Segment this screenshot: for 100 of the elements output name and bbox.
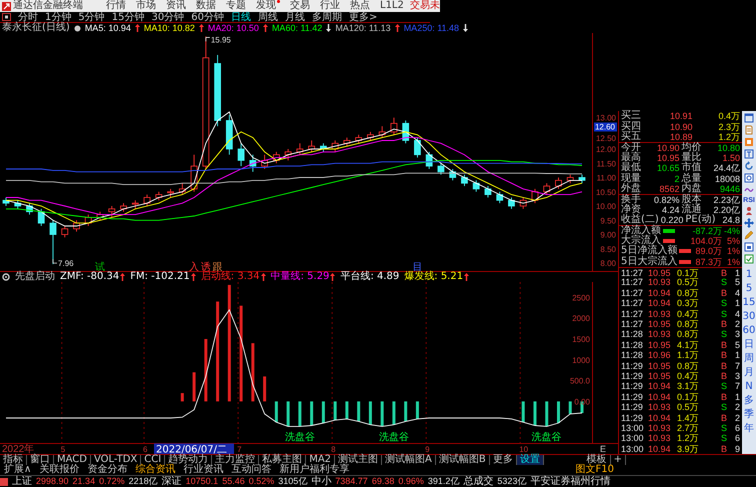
trade-side: B (721, 319, 728, 329)
formula-tab[interactable]: MA2 (306, 454, 336, 464)
bar (416, 401, 419, 419)
stat-label: 市值 (682, 163, 702, 174)
menu-item[interactable]: 发现 (251, 0, 285, 12)
indicator-value: 平台线: 4.89 (340, 272, 400, 282)
period-tab[interactable]: 15分钟 (112, 12, 144, 22)
stat-label: 流通 (682, 204, 702, 215)
stat-label: 今开 (621, 143, 641, 154)
menu-item[interactable]: 行业 (315, 0, 345, 12)
formula-tab[interactable]: 窗口 (27, 454, 54, 464)
menu-item[interactable]: 专题 (221, 0, 251, 12)
average-value: MA250: 11.48 (404, 24, 460, 32)
average-value: MA5: 10.94 (84, 24, 131, 32)
template-button[interactable]: 模板 (584, 454, 611, 464)
axis-label: 11.50 (596, 159, 616, 168)
info-tab[interactable]: 关联报价 (35, 464, 84, 475)
flow-label: 5日净流入额 (621, 246, 678, 256)
square-icon[interactable] (2, 13, 11, 21)
pencil-icon[interactable] (744, 230, 754, 240)
period-shortcut[interactable]: 5 (746, 283, 752, 295)
add-button[interactable]: + (610, 454, 626, 464)
formula-tab[interactable]: 主力监控 (212, 454, 260, 464)
info-tab[interactable]: 行业资讯 (179, 464, 228, 475)
period-tab[interactable]: 日线 (230, 12, 251, 22)
text-icon[interactable] (744, 149, 754, 159)
period-tab[interactable]: 1分钟 (45, 12, 72, 22)
period-shortcut[interactable]: 1 (746, 269, 752, 281)
trade-volume: 0.5万 (677, 277, 700, 288)
f10-link[interactable]: 图文F10 (572, 464, 618, 475)
period-shortcut[interactable]: 周 (744, 353, 754, 365)
period-tab[interactable]: 分时 (18, 12, 38, 22)
period-tab[interactable]: 30分钟 (151, 12, 184, 22)
period-shortcut[interactable]: 季 (744, 409, 754, 421)
info-tab[interactable]: 扩展∧ (0, 464, 36, 475)
figure-icon[interactable] (744, 206, 754, 216)
stat-value: 0.220 (660, 215, 684, 226)
period-tab[interactable]: 60分钟 (191, 12, 224, 22)
menu-item[interactable]: 数据 (191, 0, 221, 12)
info-tab[interactable]: 互动问答 (227, 464, 276, 475)
period-shortcut[interactable]: 多 (744, 395, 754, 407)
period-shortcut[interactable]: 日 (744, 339, 754, 351)
bar (392, 401, 396, 425)
formula-tab[interactable]: 测试主图 (335, 454, 382, 464)
circle-icon[interactable] (2, 273, 10, 281)
period-shortcut[interactable]: N (745, 381, 753, 393)
move-icon[interactable] (744, 218, 754, 228)
menu-item[interactable]: 资讯 (161, 0, 191, 12)
trade-side: S (721, 381, 728, 392)
circle-icon[interactable] (74, 24, 81, 32)
period-shortcut[interactable]: 60 (742, 325, 756, 337)
stat-label: 净资 (621, 204, 641, 215)
trade-side: B (721, 360, 728, 371)
circle-arrow-icon[interactable] (744, 161, 754, 171)
menu-item[interactable]: 行情 (101, 0, 131, 12)
formula-tab[interactable]: MACD (54, 454, 91, 464)
trade-count: 4 (734, 288, 740, 298)
period-tab[interactable]: 月线 (284, 12, 305, 22)
formula-tab[interactable]: 测试幅图A (382, 454, 436, 464)
info-tab[interactable]: 综合资讯 (131, 464, 180, 475)
info-tab[interactable]: 新用户福利专享 (275, 464, 354, 475)
menu-item[interactable]: 热点 (345, 0, 375, 12)
flow-label: 大宗流入 (621, 236, 661, 246)
indicator-value: FM: -102.21 (130, 272, 190, 282)
trade-side: B (721, 370, 728, 381)
formula-tab[interactable]: 指标 (0, 454, 27, 464)
period-shortcut[interactable]: 30 (742, 311, 756, 323)
window-icon[interactable] (744, 113, 754, 123)
formula-tab[interactable]: CCI (141, 454, 166, 464)
index-amount: 391.2亿 (428, 477, 460, 486)
frame-icon[interactable] (744, 242, 754, 252)
average-value: MA10: 10.82 (144, 24, 195, 32)
menu-item[interactable]: L1L2 (375, 0, 409, 12)
axis-label: 2000 (572, 314, 590, 324)
period-shortcut[interactable]: 月 (744, 367, 754, 379)
bar (240, 306, 243, 402)
trade-count: 7 (734, 360, 740, 371)
trade-time: 11:28 (621, 329, 644, 340)
period-tab[interactable]: 5分钟 (78, 12, 105, 22)
check-icon[interactable] (744, 254, 754, 264)
period-shortcut[interactable]: 年 (744, 423, 754, 435)
formula-tab[interactable]: VOL-TDX (90, 454, 142, 464)
period-tab[interactable]: 多周期 (312, 12, 342, 22)
trade-price: 10.93 (648, 402, 672, 412)
stat-value: 10.65 (656, 163, 680, 174)
formula-tab[interactable]: 设置 (516, 454, 544, 464)
formula-tab[interactable]: 私募主图 (259, 454, 306, 464)
formula-tab[interactable]: 趋势动力 (165, 454, 212, 464)
trade-volume: 0.1万 (677, 268, 700, 278)
period-tab[interactable]: 更多> (348, 12, 378, 22)
index-amount: 3105亿 (278, 477, 308, 486)
period-shortcut[interactable]: 15 (742, 297, 756, 309)
ring-icon[interactable] (744, 173, 754, 183)
bar (298, 401, 302, 426)
axis-label: 500.0 (570, 376, 590, 386)
info-tab[interactable]: 资金分布 (83, 464, 132, 475)
wave-icon[interactable] (744, 185, 754, 195)
period-tab[interactable]: 周线 (258, 12, 278, 22)
formula-tab[interactable]: 测试幅图B (436, 454, 490, 464)
document-icon[interactable] (744, 125, 754, 135)
